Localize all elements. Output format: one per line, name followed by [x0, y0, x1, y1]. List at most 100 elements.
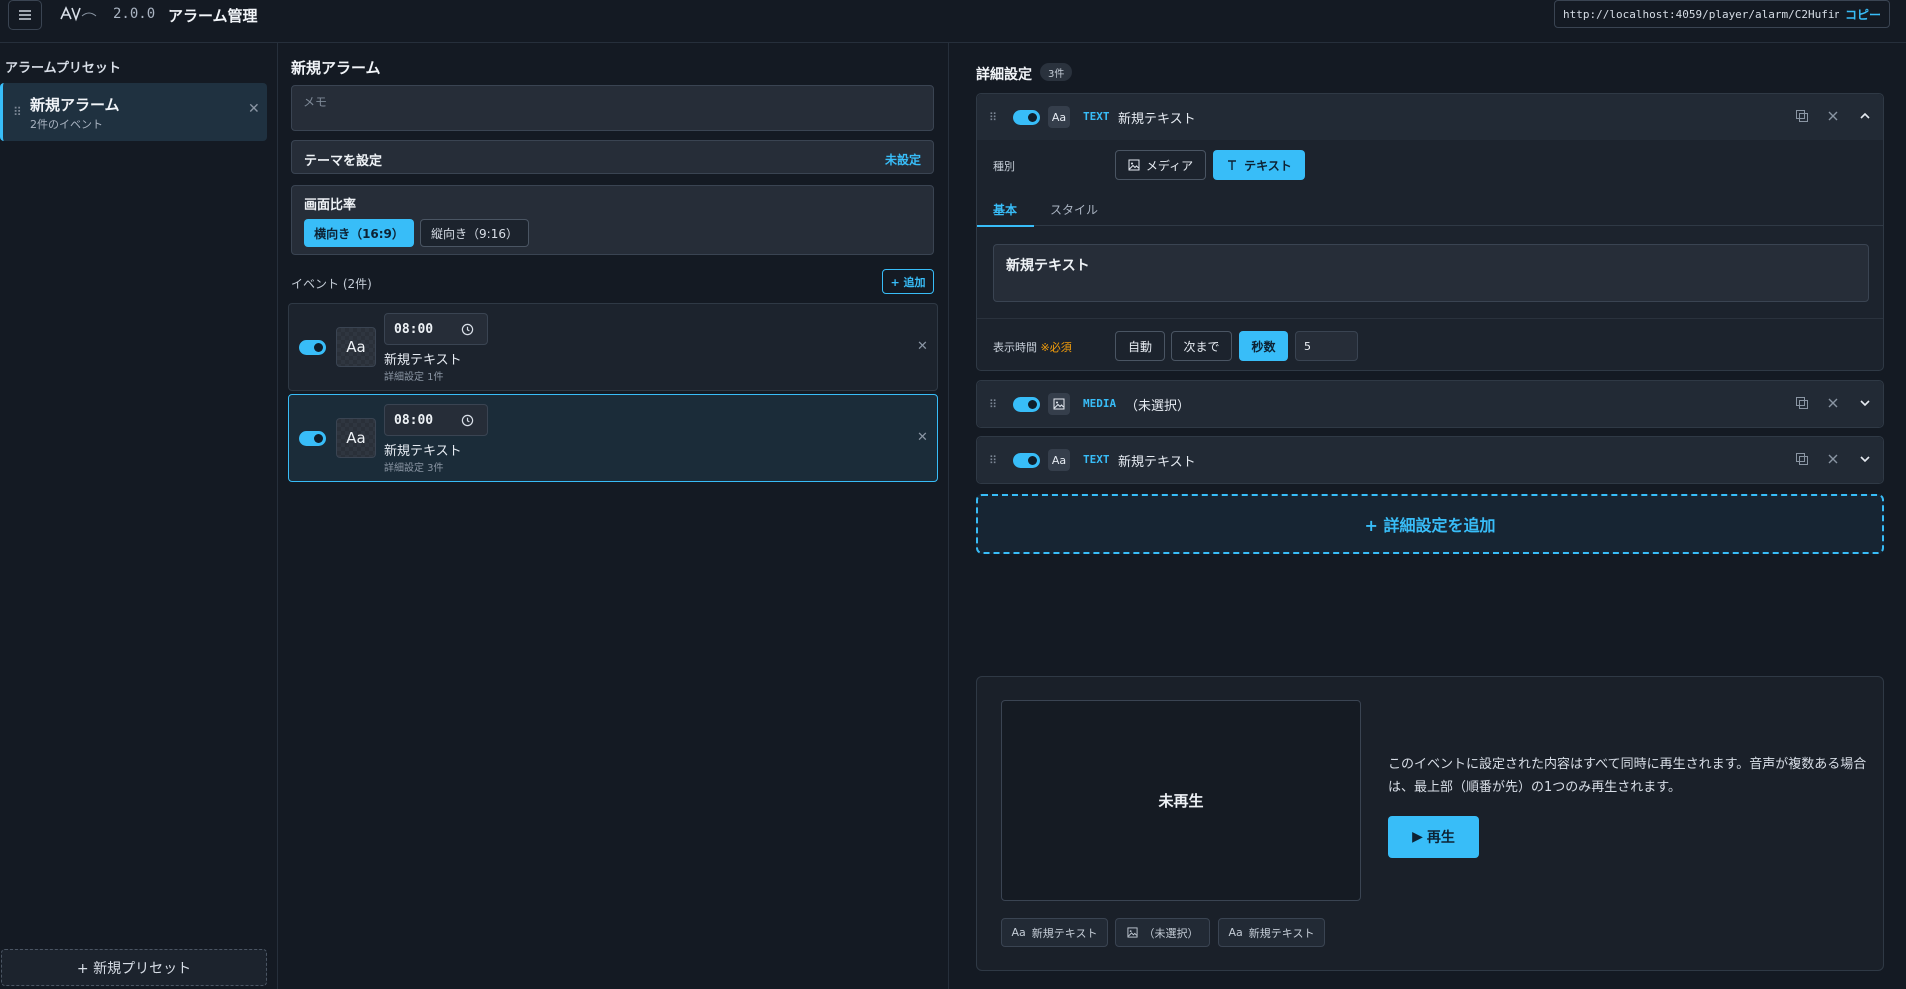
detail-type: MEDIA — [1083, 397, 1117, 410]
duplicate-icon[interactable] — [1795, 109, 1809, 123]
detail-card-collapsed[interactable]: ⠿ MEDIA （未選択） — [976, 380, 1884, 428]
preset-event-count: 2件のイベント — [30, 118, 103, 131]
detail-card-header[interactable]: ⠿ MEDIA （未選択） — [977, 381, 1883, 427]
image-icon — [1128, 159, 1140, 171]
player-url-field[interactable]: http://localhost:4059/player/alarm/C2Huf… — [1554, 0, 1890, 28]
event-thumbnail: Aa — [336, 327, 376, 367]
chevron-down-icon[interactable] — [1858, 396, 1872, 410]
play-button[interactable]: ▶ 再生 — [1388, 816, 1479, 858]
new-preset-button[interactable]: + 新規プリセット — [1, 949, 267, 986]
event-card[interactable]: Aa 08:00 新規テキスト 詳細設定 3件 ✕ — [288, 394, 938, 482]
detail-name: 新規テキスト — [1118, 112, 1196, 127]
copy-url-button[interactable]: コピー — [1845, 6, 1881, 23]
divider — [977, 318, 1883, 319]
layer-label: 新規テキスト — [1248, 926, 1315, 940]
close-icon[interactable] — [1826, 452, 1840, 466]
detail-card-expanded: ⠿ Aa TEXT 新規テキスト 種別 メディア テキスト 基本 スタイル 新規… — [976, 93, 1884, 371]
memo-textarea[interactable]: メモ — [291, 85, 934, 131]
duration-seconds-button[interactable]: 秒数 — [1239, 331, 1288, 361]
tab-basic[interactable]: 基本 — [976, 201, 1035, 227]
drag-handle-icon[interactable]: ⠿ — [989, 398, 997, 411]
drag-handle-icon[interactable]: ⠿ — [989, 454, 997, 467]
media-type-chip — [1048, 393, 1070, 415]
app-version: 2.0.0 — [113, 6, 156, 22]
ratio-label: 画面比率 — [304, 198, 357, 213]
event-detail-count: 詳細設定 1件 — [384, 372, 444, 383]
delete-event-icon[interactable]: ✕ — [917, 430, 928, 445]
theme-value: 未設定 — [884, 153, 921, 167]
sidebar-title: アラームプリセット — [5, 61, 121, 76]
chevron-down-icon[interactable] — [1858, 452, 1872, 466]
delete-event-icon[interactable]: ✕ — [917, 339, 928, 354]
duration-auto-button[interactable]: 自動 — [1115, 331, 1165, 361]
duration-label-text: 表示時間 — [993, 341, 1037, 354]
duration-next-button[interactable]: 次まで — [1171, 331, 1232, 361]
alarm-editor: 新規アラーム メモ テーマを設定 未設定 画面比率 横向き（16:9） 縦向き（… — [279, 43, 949, 989]
app-header: 2.0.0 アラーム管理 http://localhost:4059/playe… — [0, 0, 1906, 43]
event-thumbnail: Aa — [336, 418, 376, 458]
duplicate-icon[interactable] — [1795, 396, 1809, 410]
detail-card-header[interactable]: ⠿ Aa TEXT 新規テキスト — [977, 437, 1883, 483]
clock-icon[interactable] — [461, 323, 474, 336]
text-layer-icon: Aa — [1228, 926, 1243, 939]
tab-style[interactable]: スタイル — [1050, 201, 1098, 218]
detail-panel: 詳細設定 3件 ⠿ Aa TEXT 新規テキスト 種別 メディア テキスト 基本… — [950, 43, 1906, 989]
detail-count-badge: 3件 — [1040, 63, 1073, 81]
player-url: http://localhost:4059/player/alarm/C2Huf… — [1563, 7, 1839, 21]
event-enabled-toggle[interactable] — [299, 431, 326, 446]
add-event-button[interactable]: + 追加 — [882, 269, 934, 294]
detail-type: TEXT — [1083, 110, 1110, 123]
theme-selector[interactable]: テーマを設定 未設定 — [291, 140, 934, 174]
detail-title: 詳細設定 — [976, 67, 1032, 83]
drag-handle-icon[interactable]: ⠿ — [989, 111, 997, 124]
preset-name: 新規アラーム — [30, 96, 120, 114]
duration-label: 表示時間 ※必須 — [993, 339, 1072, 355]
event-enabled-toggle[interactable] — [299, 340, 326, 355]
logo-icon — [60, 6, 97, 22]
detail-card-collapsed[interactable]: ⠿ Aa TEXT 新規テキスト — [976, 436, 1884, 484]
play-label: 再生 — [1426, 830, 1455, 846]
text-content-input[interactable]: 新規テキスト — [993, 244, 1869, 302]
alarm-title: 新規アラーム — [291, 59, 381, 77]
clock-icon[interactable] — [461, 414, 474, 427]
event-time-input[interactable]: 08:00 — [384, 313, 488, 345]
kind-label: 種別 — [993, 160, 1015, 173]
event-detail-count: 詳細設定 3件 — [384, 463, 444, 474]
menu-button[interactable] — [8, 0, 42, 30]
preset-sidebar: アラームプリセット ⠿ 新規アラーム 2件のイベント ✕ + 新規プリセット — [0, 43, 278, 989]
layer-chip[interactable]: Aa 新規テキスト — [1218, 918, 1325, 947]
ratio-portrait-button[interactable]: 縦向き（9:16） — [420, 219, 529, 247]
duplicate-icon[interactable] — [1795, 452, 1809, 466]
delete-preset-icon[interactable]: ✕ — [248, 101, 260, 117]
preview-description: このイベントに設定された内容はすべて同時に再生されます。音声が複数ある場合は、最… — [1388, 757, 1867, 795]
preset-item[interactable]: ⠿ 新規アラーム 2件のイベント ✕ — [0, 83, 267, 141]
detail-enabled-toggle[interactable] — [1013, 397, 1040, 412]
image-icon — [1053, 398, 1065, 410]
layer-chip[interactable]: （未選択） — [1115, 918, 1210, 947]
event-title: 新規テキスト — [384, 353, 462, 368]
layer-label: 新規テキスト — [1031, 926, 1098, 940]
drag-handle-icon[interactable]: ⠿ — [13, 105, 22, 119]
layer-label: （未選択） — [1143, 926, 1199, 940]
hamburger-icon — [19, 10, 31, 20]
kind-text-button[interactable]: テキスト — [1213, 150, 1305, 180]
chevron-up-icon[interactable] — [1858, 109, 1872, 123]
detail-enabled-toggle[interactable] — [1013, 110, 1040, 125]
detail-card-header[interactable]: ⠿ Aa TEXT 新規テキスト — [977, 94, 1883, 140]
add-detail-button[interactable]: + 詳細設定を追加 — [976, 494, 1884, 554]
text-layer-icon: Aa — [1011, 926, 1026, 939]
ratio-landscape-button[interactable]: 横向き（16:9） — [304, 219, 414, 247]
close-icon[interactable] — [1826, 396, 1840, 410]
events-label: イベント (2件) — [291, 277, 372, 291]
event-time-input[interactable]: 08:00 — [384, 404, 488, 436]
kind-media-button[interactable]: メディア — [1115, 150, 1206, 180]
layer-chip[interactable]: Aa 新規テキスト — [1001, 918, 1108, 947]
aspect-ratio-section: 画面比率 横向き（16:9） 縦向き（9:16） — [291, 185, 934, 255]
close-icon[interactable] — [1826, 109, 1840, 123]
event-card[interactable]: Aa 08:00 新規テキスト 詳細設定 1件 ✕ — [288, 303, 938, 391]
required-mark: ※必須 — [1040, 341, 1072, 354]
detail-type: TEXT — [1083, 453, 1110, 466]
theme-label: テーマを設定 — [304, 154, 383, 169]
detail-enabled-toggle[interactable] — [1013, 453, 1040, 468]
duration-seconds-input[interactable]: 5 — [1295, 331, 1358, 361]
